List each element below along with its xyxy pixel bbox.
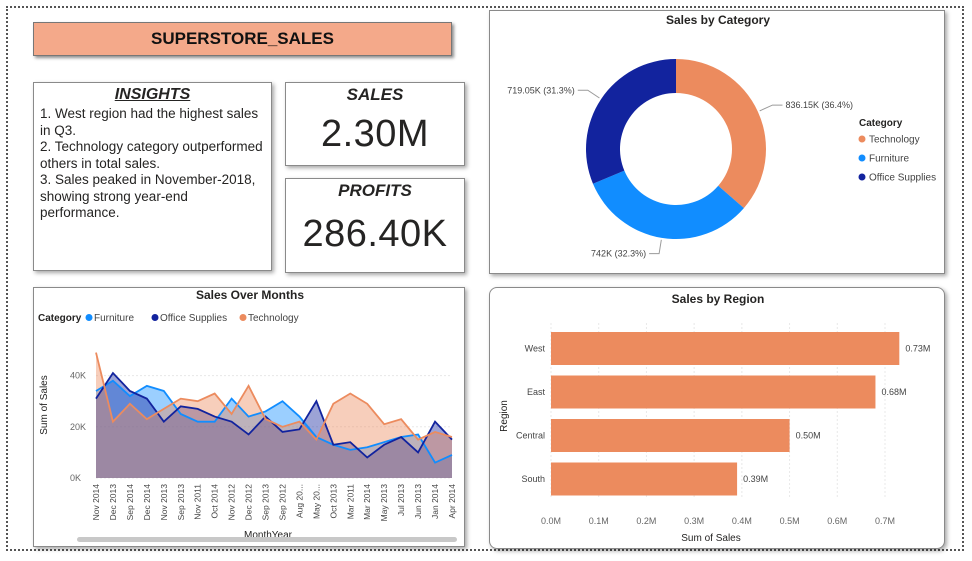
legend-dot-icon (151, 314, 159, 321)
sales-over-months-card[interactable]: Sales Over Months Category Furniture Offi… (33, 287, 465, 547)
area-x-tick: Oct 2013 (328, 484, 338, 519)
donut-leader-line (577, 89, 600, 99)
legend-dot-icon (858, 135, 866, 143)
area-legend-item[interactable]: Office Supplies (160, 313, 227, 324)
bar-x-tick: 0.2M (636, 516, 656, 526)
area-x-tick: Jan 2014 (430, 484, 440, 519)
dashboard-title: SUPERSTORE_SALES (33, 22, 452, 56)
insight-line-3: 3. Sales peaked in November-2018, showin… (40, 172, 256, 220)
bar-title: Sales by Region (672, 292, 765, 306)
bar-east[interactable] (551, 375, 876, 409)
insights-body: 1. West region had the highest sales in … (40, 106, 265, 222)
area-x-tick: Jun 2013 (413, 484, 423, 519)
bar-y-axis-title: Region (499, 400, 510, 432)
profits-kpi-card[interactable]: PROFITS 286.40K (285, 178, 465, 273)
donut-title: Sales by Category (666, 13, 770, 27)
area-x-tick: Nov 2014 (91, 484, 101, 521)
donut-data-label: 742K (32.3%) (591, 249, 646, 259)
bar-category-label: Central (516, 431, 545, 441)
donut-data-label: 719.05K (31.3%) (507, 85, 575, 95)
area-y-tick: 20K (70, 422, 86, 432)
area-x-tick: Mar 2014 (362, 484, 372, 520)
area-x-tick: Sep 2013 (261, 484, 271, 521)
donut-legend-item[interactable]: Office Supplies (869, 173, 936, 184)
bar-category-label: West (525, 344, 546, 354)
area-x-tick: Oct 2014 (210, 484, 220, 519)
legend-dot-icon (239, 314, 247, 321)
donut-data-label: 836.15K (36.4%) (785, 100, 853, 110)
area-x-tick: Dec 2012 (244, 484, 254, 521)
sales-by-region-card[interactable]: Sales by Region 0.0M 0.1M 0.2M 0.3M 0.4M 0.5M… (489, 287, 945, 549)
bar-category-label: South (521, 474, 545, 484)
bar-x-tick: 0.6M (827, 516, 847, 526)
bar-x-tick: 0.7M (875, 516, 895, 526)
area-y-tick: 40K (70, 371, 86, 381)
sales-kpi-label: SALES (346, 85, 404, 104)
bar-x-axis-title: Sum of Sales (681, 533, 740, 544)
bar-x-tick: 0.0M (541, 516, 561, 526)
profits-kpi-label: PROFITS (338, 181, 412, 200)
area-y-axis-title: Sum of Sales (39, 375, 50, 434)
legend-dot-icon (858, 154, 866, 162)
area-horizontal-scrollbar[interactable] (77, 537, 457, 542)
bar-x-tick: 0.1M (589, 516, 609, 526)
insight-line-2: 2. Technology category outperformed othe… (40, 139, 263, 171)
bar-x-tick: 0.4M (732, 516, 752, 526)
area-y-tick: 0K (70, 473, 81, 483)
sales-kpi-value: 2.30M (320, 113, 430, 155)
area-x-tick: Nov 2013 (159, 484, 169, 521)
bar-x-tick: 0.5M (780, 516, 800, 526)
bar-data-label: 0.68M (881, 387, 906, 397)
legend-dot-icon (858, 173, 866, 181)
area-x-tick: Aug 20... (294, 484, 304, 518)
area-x-tick: May 20... (311, 484, 321, 519)
profits-kpi-value: 286.40K (302, 213, 448, 255)
bar-central[interactable] (551, 419, 790, 452)
area-x-tick: May 2013 (379, 484, 389, 522)
sales-kpi-card[interactable]: SALES 2.30M (285, 82, 465, 166)
insights-card: INSIGHTS 1. West region had the highest … (33, 82, 272, 271)
donut-legend-item[interactable]: Furniture (869, 154, 909, 165)
area-x-tick: Nov 2012 (227, 484, 237, 521)
area-x-tick: Nov 2011 (193, 484, 203, 520)
legend-dot-icon (85, 314, 93, 321)
donut-slice-office-supplies[interactable] (586, 59, 676, 184)
area-legend-item[interactable]: Furniture (94, 313, 134, 324)
insight-line-1: 1. West region had the highest sales in … (40, 106, 259, 138)
sales-over-months-chart[interactable]: Sales Over Months Category Furniture Offi… (34, 288, 464, 546)
bar-west[interactable] (551, 332, 900, 365)
area-x-tick: Sep 2012 (277, 484, 287, 521)
sales-by-category-chart[interactable]: Sales by Category 836.15K (36.4%) 742K (3… (490, 11, 944, 273)
area-x-tick: Mar 2011 (345, 484, 355, 520)
area-x-tick: Dec 2013 (108, 484, 118, 521)
bar-category-label: East (527, 387, 546, 397)
bar-south[interactable] (551, 462, 738, 496)
area-legend-title: Category (38, 313, 82, 324)
sales-by-region-chart[interactable]: Sales by Region 0.0M 0.1M 0.2M 0.3M 0.4M 0.5M… (490, 288, 944, 548)
area-x-tick: Dec 2014 (142, 484, 152, 521)
sales-by-category-card[interactable]: Sales by Category 836.15K (36.4%) 742K (3… (489, 10, 945, 274)
area-x-tick: Sep 2013 (176, 484, 186, 521)
donut-leader-line (649, 239, 662, 255)
donut-slice-technology[interactable] (676, 59, 766, 209)
bar-data-label: 0.39M (743, 474, 768, 484)
donut-leader-line (759, 104, 783, 112)
area-x-tick: Sep 2014 (125, 484, 135, 521)
insights-heading: INSIGHTS (114, 86, 191, 103)
area-legend-item[interactable]: Technology (248, 313, 299, 324)
donut-legend-title: Category (859, 118, 903, 129)
bar-data-label: 0.73M (905, 344, 930, 354)
bar-data-label: 0.50M (796, 431, 821, 441)
donut-legend-item[interactable]: Technology (869, 135, 920, 146)
area-x-tick: Jul 2013 (396, 484, 406, 516)
donut-slice-furniture[interactable] (592, 170, 744, 240)
area-x-tick: Apr 2014 (447, 484, 457, 519)
bar-x-tick: 0.3M (684, 516, 704, 526)
area-title: Sales Over Months (196, 288, 304, 302)
